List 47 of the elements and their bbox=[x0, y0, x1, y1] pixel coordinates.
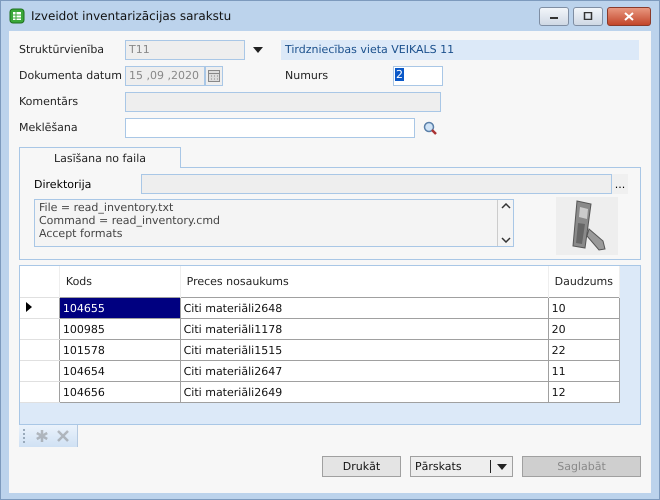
field-label: Dokumenta datum bbox=[19, 69, 123, 82]
scroll-up-icon[interactable] bbox=[500, 203, 510, 209]
field-label: Komentārs bbox=[19, 95, 80, 108]
maximize-button[interactable] bbox=[573, 6, 603, 26]
field-label: Numurs bbox=[285, 69, 330, 82]
field-label: Struktūrvienība bbox=[19, 43, 106, 56]
spreadsheet-icon bbox=[9, 8, 25, 24]
table-cell: 20 bbox=[548, 318, 620, 340]
directory-field[interactable] bbox=[141, 174, 612, 194]
table-cell: 10 bbox=[548, 298, 620, 318]
close-icon bbox=[624, 12, 634, 20]
row-indicator[interactable] bbox=[20, 298, 60, 318]
field-label: Meklēšana bbox=[19, 121, 79, 134]
table-cell: Citi materiāli1515 bbox=[180, 340, 548, 360]
table-cell: 104655 bbox=[59, 298, 180, 318]
search-field[interactable] bbox=[125, 118, 415, 138]
table-cell: 11 bbox=[548, 360, 620, 382]
column-header[interactable]: Preces nosaukums bbox=[180, 266, 548, 298]
action-button[interactable]: Drukāt bbox=[322, 456, 401, 477]
browse-button[interactable]: ... bbox=[612, 174, 628, 194]
maximize-icon bbox=[583, 12, 593, 20]
calendar-button[interactable] bbox=[205, 66, 223, 86]
scroll-down-icon[interactable] bbox=[500, 237, 510, 243]
table-cell: Citi materiāli2649 bbox=[180, 382, 548, 402]
tab[interactable]: Lasīšana no faila bbox=[19, 147, 181, 168]
caret-icon[interactable] bbox=[253, 46, 263, 52]
table-cell: 12 bbox=[548, 382, 620, 402]
caret-icon bbox=[497, 464, 507, 470]
unit-info-field: Tirdzniecības vieta VEIKALS 11 bbox=[281, 40, 639, 60]
table-cell: Citi materiāli1178 bbox=[180, 318, 548, 340]
close-button[interactable] bbox=[607, 6, 651, 26]
config-text-area[interactable]: File = read_inventory.txt Command = read_inventory.cmd Accept formats bbox=[34, 199, 514, 247]
number-field[interactable]: 2 bbox=[393, 66, 443, 86]
table-cell: 22 bbox=[548, 340, 620, 360]
table-cell: Citi materiāli2648 bbox=[180, 298, 548, 318]
table-cell: 104654 bbox=[59, 360, 180, 382]
table-cell: Citi materiāli2647 bbox=[180, 360, 548, 382]
field-label: Direktorija bbox=[34, 178, 92, 190]
report-dropdown[interactable]: Pārskats bbox=[410, 456, 513, 477]
search-icon[interactable] bbox=[423, 120, 439, 134]
window-title: Izveidot inventarizācijas sarakstu bbox=[31, 9, 232, 23]
minimize-button[interactable] bbox=[539, 6, 569, 26]
table-cell: 100985 bbox=[59, 318, 180, 340]
calendar-icon bbox=[208, 70, 220, 82]
column-header[interactable]: Daudzums bbox=[548, 266, 620, 298]
table-cell: 104656 bbox=[59, 382, 180, 402]
table-cell: 101578 bbox=[59, 340, 180, 360]
